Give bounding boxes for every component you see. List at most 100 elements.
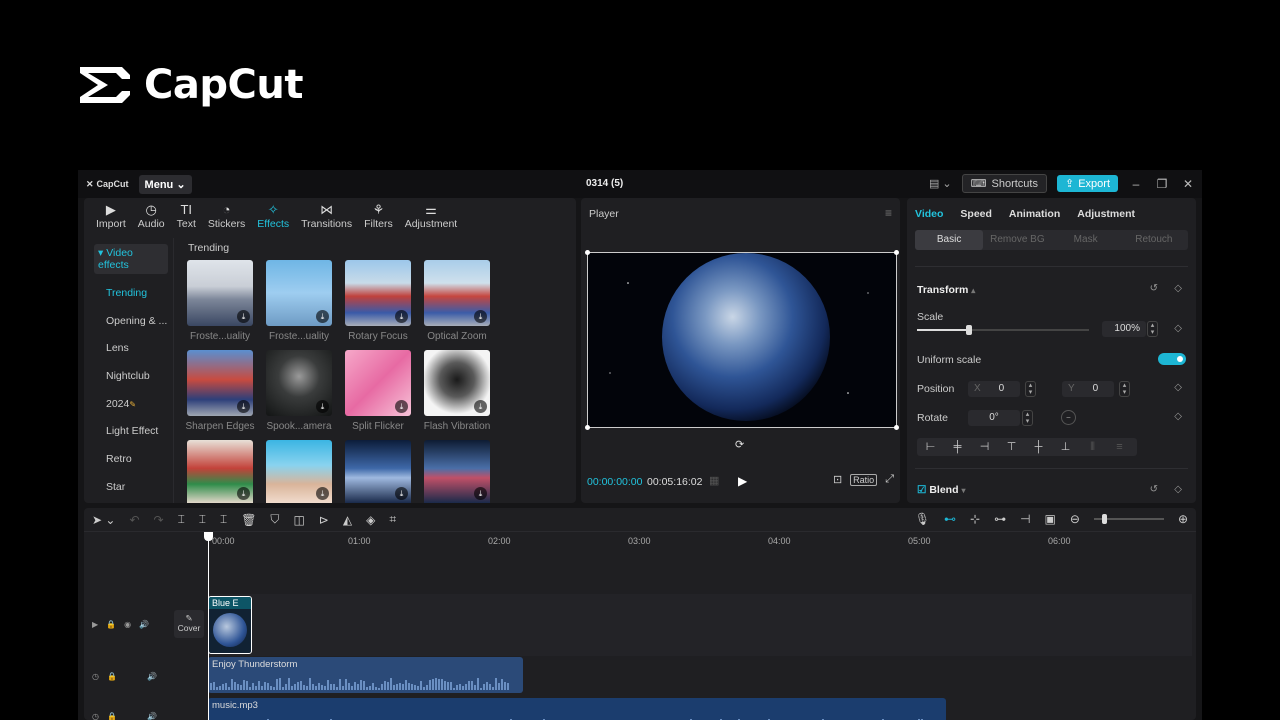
caption-icon[interactable]: ▣ bbox=[1045, 512, 1056, 526]
tool-effects[interactable]: ✧ Effects bbox=[251, 202, 295, 232]
subtab-remove-bg[interactable]: Remove BG bbox=[983, 230, 1051, 250]
tool-transitions[interactable]: ⋈ Transitions bbox=[295, 202, 358, 232]
shortcuts-button[interactable]: ⌨ Shortcuts bbox=[961, 174, 1047, 193]
mute-icon[interactable]: 🔊 bbox=[139, 620, 149, 629]
resize-handle[interactable] bbox=[585, 425, 590, 430]
tool-filters[interactable]: ⚘ Filters bbox=[358, 202, 399, 232]
play-icon[interactable]: ▶ bbox=[738, 474, 747, 488]
split-icon[interactable]: ⌶ bbox=[178, 512, 185, 527]
align-right-icon[interactable]: ⊣ bbox=[971, 438, 998, 456]
keyframe-icon[interactable]: ◇ bbox=[1174, 411, 1182, 422]
tool-stickers[interactable]: ◔ Stickers bbox=[202, 202, 251, 232]
resize-handle[interactable] bbox=[894, 425, 899, 430]
menu-button[interactable]: Menu ⌄ bbox=[138, 174, 192, 194]
video-effects-category[interactable]: ▾ Video effects bbox=[94, 244, 168, 274]
grid-icon[interactable]: ▦ bbox=[709, 474, 719, 487]
sidebar-item-lens[interactable]: Lens bbox=[84, 335, 173, 363]
restore-icon[interactable]: ❐ bbox=[1154, 177, 1170, 191]
effect-thumbnail[interactable]: ⤓ bbox=[345, 440, 411, 503]
effect-thumbnail[interactable]: ⤓ bbox=[424, 440, 490, 503]
visibility-icon[interactable]: ◉ bbox=[124, 620, 131, 629]
sidebar-item-2024[interactable]: 2024✎ bbox=[84, 391, 173, 419]
mute-icon[interactable]: 🔊 bbox=[147, 672, 157, 681]
auto-snap-icon[interactable]: ⊹ bbox=[970, 512, 980, 526]
effect-thumbnail[interactable]: ⤓ bbox=[266, 350, 332, 416]
hamburger-icon[interactable]: ≡ bbox=[885, 206, 892, 220]
video-clip[interactable]: Blue E bbox=[208, 596, 252, 654]
subtab-mask[interactable]: Mask bbox=[1052, 230, 1120, 250]
effect-thumbnail[interactable]: ⤓ bbox=[187, 350, 253, 416]
split-right-icon[interactable]: ⌶ bbox=[220, 512, 227, 527]
tool-adjustment[interactable]: ⚌ Adjustment bbox=[399, 202, 464, 232]
layout-icon[interactable]: ▤ ⌄ bbox=[929, 177, 952, 190]
effect-thumbnail[interactable]: ⤓ bbox=[187, 260, 253, 326]
reset-icon[interactable]: ↺ bbox=[1150, 484, 1158, 495]
uniform-scale-toggle[interactable] bbox=[1158, 353, 1186, 365]
rotate-dial-icon[interactable]: – bbox=[1061, 410, 1076, 425]
subtab-basic[interactable]: Basic bbox=[915, 230, 984, 250]
fit-icon[interactable]: ⊡ bbox=[833, 473, 842, 486]
minimize-icon[interactable]: – bbox=[1128, 177, 1144, 191]
lock-icon[interactable]: 🔒 bbox=[106, 620, 116, 629]
audio-clip[interactable]: Enjoy Thunderstorm bbox=[208, 657, 523, 693]
sidebar-item-light-effect[interactable]: Light Effect bbox=[84, 418, 173, 446]
tab-animation[interactable]: Animation bbox=[1009, 208, 1060, 220]
align-center-h-icon[interactable]: ╪ bbox=[944, 438, 971, 456]
split-left-icon[interactable]: ⌶ bbox=[199, 512, 206, 527]
position-x-stepper[interactable]: ▴ ▾ bbox=[1025, 381, 1036, 397]
cover-button[interactable]: ✎ Cover bbox=[174, 610, 204, 638]
rotate-handle-icon[interactable]: ⟳ bbox=[735, 438, 744, 451]
scale-stepper[interactable]: ▴ ▾ bbox=[1147, 321, 1158, 337]
main-track-magnet-icon[interactable]: ⊷ bbox=[944, 512, 956, 526]
sidebar-item-retro[interactable]: Retro bbox=[84, 446, 173, 474]
preview-axis-icon[interactable]: ⊣ bbox=[1020, 512, 1030, 526]
lock-icon[interactable]: 🔒 bbox=[107, 672, 117, 681]
linkage-icon[interactable]: ⊶ bbox=[994, 512, 1006, 526]
mute-icon[interactable]: 🔊 bbox=[147, 712, 157, 720]
effect-thumbnail[interactable]: ⤓ bbox=[266, 440, 332, 503]
export-button[interactable]: ⇪ Export bbox=[1056, 175, 1118, 192]
mirror-icon[interactable]: ◭ bbox=[343, 513, 352, 527]
position-y-stepper[interactable]: ▴ ▾ bbox=[1119, 381, 1130, 397]
microphone-icon[interactable]: 🎙 bbox=[915, 512, 930, 526]
tool-text[interactable]: TI Text bbox=[171, 202, 202, 232]
scale-input[interactable]: 100% bbox=[1102, 321, 1146, 337]
sidebar-item-opening[interactable]: Opening & ... bbox=[84, 308, 173, 336]
scale-slider[interactable] bbox=[917, 325, 1089, 335]
align-left-icon[interactable]: ⊢ bbox=[917, 438, 944, 456]
transform-section[interactable]: Transform ▴ bbox=[917, 284, 975, 296]
align-top-icon[interactable]: ⊤ bbox=[998, 438, 1025, 456]
tab-speed[interactable]: Speed bbox=[960, 208, 992, 220]
checkbox-checked-icon[interactable]: ☑ bbox=[917, 484, 926, 496]
zoom-in-icon[interactable]: ⊕ bbox=[1178, 512, 1188, 526]
resize-handle[interactable] bbox=[894, 250, 899, 255]
delete-icon[interactable]: 🗑 bbox=[241, 513, 256, 527]
distribute-v-icon[interactable]: ≡ bbox=[1106, 438, 1133, 456]
freeze-icon[interactable]: ◫ bbox=[293, 513, 304, 527]
reverse-icon[interactable]: ⊳ bbox=[319, 513, 329, 527]
position-y-input[interactable]: Y0 bbox=[1062, 381, 1114, 397]
sidebar-item-trending[interactable]: Trending bbox=[84, 280, 173, 308]
subtab-retouch[interactable]: Retouch bbox=[1120, 230, 1188, 250]
lock-icon[interactable]: 🔒 bbox=[107, 712, 117, 720]
playhead[interactable] bbox=[204, 532, 213, 720]
close-icon[interactable]: ✕ bbox=[1180, 177, 1196, 191]
align-center-v-icon[interactable]: ┼ bbox=[1025, 438, 1052, 456]
tab-adjustment[interactable]: Adjustment bbox=[1077, 208, 1135, 220]
effect-thumbnail[interactable]: ⤓ bbox=[424, 260, 490, 326]
audio-clip[interactable]: music.mp3 bbox=[208, 698, 946, 720]
position-x-input[interactable]: X0 bbox=[968, 381, 1020, 397]
time-ruler[interactable]: 00:00 01:00 02:00 03:00 04:00 05:00 06:0… bbox=[208, 536, 1196, 550]
redo-icon[interactable]: ↷ bbox=[154, 513, 164, 527]
reset-icon[interactable]: ↺ bbox=[1150, 283, 1158, 294]
undo-icon[interactable]: ↶ bbox=[129, 513, 139, 527]
sidebar-item-star[interactable]: Star bbox=[84, 474, 173, 502]
effect-thumbnail[interactable]: ⤓ bbox=[345, 350, 411, 416]
blend-section[interactable]: ☑ Blend ▾ bbox=[917, 484, 965, 496]
effect-thumbnail[interactable]: ⤓ bbox=[424, 350, 490, 416]
zoom-slider[interactable] bbox=[1093, 514, 1164, 524]
tool-audio[interactable]: ◷ Audio bbox=[132, 202, 171, 232]
rotate-input[interactable]: 0° bbox=[968, 410, 1020, 426]
keyframe-icon[interactable]: ◇ bbox=[1174, 382, 1182, 393]
ratio-button[interactable]: Ratio bbox=[850, 473, 878, 486]
